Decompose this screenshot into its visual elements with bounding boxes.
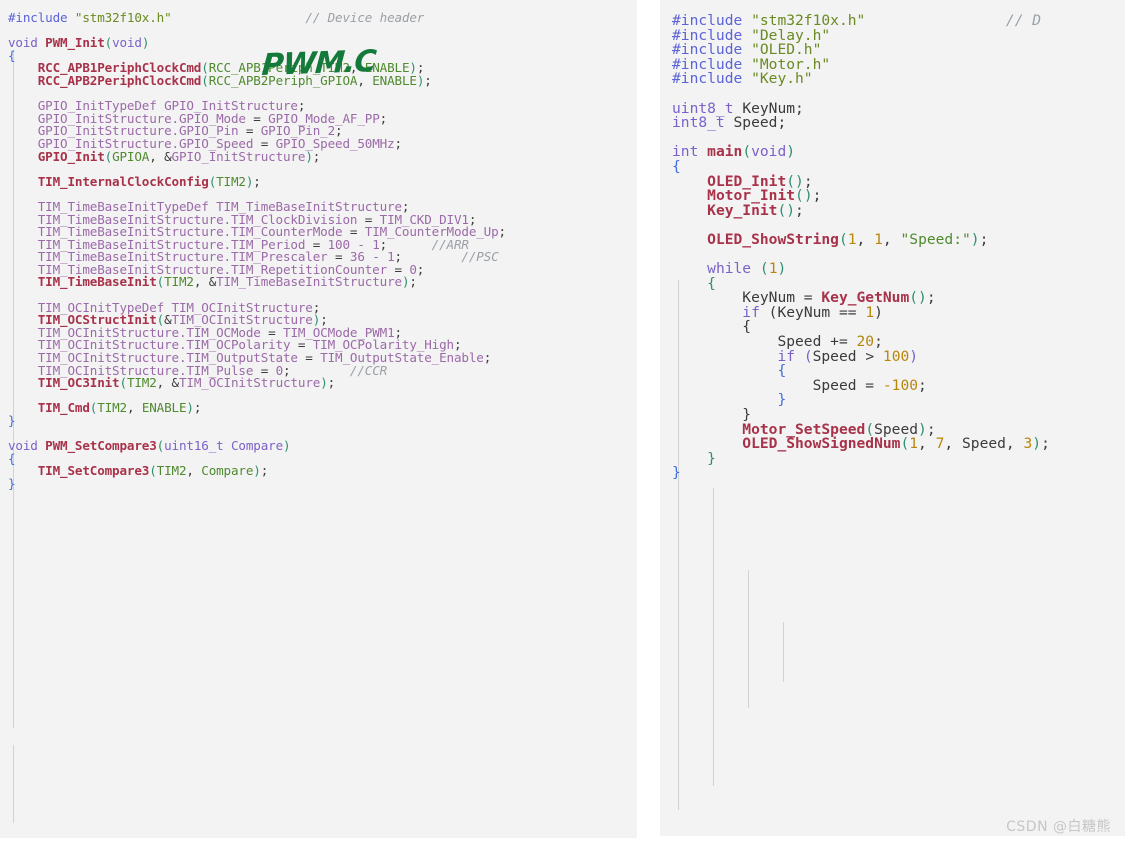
code-line: TIM_OCInitStructure.TIM_Pulse = 0; //CCR <box>37 362 388 378</box>
code-line: GPIO_Init(GPIOA, &GPIO_InitStructure); <box>37 148 321 164</box>
code-line: OLED_ShowString(1, 1, "Speed:"); <box>707 230 989 248</box>
code-line: TIM_TimeBaseInit(TIM2, &TIM_TimeBaseInit… <box>37 274 417 290</box>
indent-guide <box>748 570 749 708</box>
indent-guide <box>13 745 14 823</box>
code-line: TIM_TimeBaseInitStructure.TIM_Repetition… <box>37 261 425 277</box>
code-line: if (Speed > 100) <box>777 347 919 365</box>
code-line: TIM_OC3Init(TIM2, &TIM_OCInitStructure); <box>37 375 336 391</box>
screenshot-root: #include "stm32f10x.h" // Device header … <box>0 0 1125 842</box>
code-line: Speed = -100; <box>812 376 927 394</box>
code-line: TIM_TimeBaseInitStructure.TIM_CounterMod… <box>37 224 506 240</box>
code-line: } <box>742 406 752 424</box>
code-line: GPIO_InitTypeDef GPIO_InitStructure; <box>37 98 306 114</box>
handwritten-label-pwm: PWM.C <box>260 44 377 83</box>
code-line: OLED_ShowSignedNum(1, 7, Speed, 3); <box>742 435 1050 453</box>
code-line: void PWM_SetCompare3(uint16_t Compare) <box>8 438 291 454</box>
code-line: { <box>742 318 752 336</box>
code-line: TIM_TimeBaseInitStructure.TIM_Period = 1… <box>37 236 469 252</box>
code-line: TIM_OCInitTypeDef TIM_OCInitStructure; <box>37 299 321 315</box>
code-line: TIM_TimeBaseInitStructure.TIM_Prescaler … <box>37 249 499 265</box>
code-line: #include "OLED.h" <box>672 41 822 59</box>
indent-guide <box>783 622 784 682</box>
code-line: TIM_TimeBaseInitTypeDef TIM_TimeBaseInit… <box>37 198 410 214</box>
code-line: Key_Init(); <box>707 201 804 219</box>
code-line: TIM_OCInitStructure.TIM_OutputState = TI… <box>37 350 492 366</box>
indent-guide <box>713 488 714 786</box>
code-line: TIM_OCInitStructure.TIM_OCPolarity = TIM… <box>37 337 462 353</box>
code-line: OLED_Init(); <box>707 172 813 190</box>
code-line: TIM_TimeBaseInitStructure.TIM_ClockDivis… <box>37 211 477 227</box>
code-line: uint8_t KeyNum; <box>672 99 804 117</box>
code-line: void PWM_Init(void) <box>8 35 150 51</box>
code-line: } <box>672 464 681 482</box>
code-panel-main[interactable]: #include "stm32f10x.h" // D #include "Del… <box>660 0 1125 836</box>
code-line: #include "Motor.h" <box>672 55 831 73</box>
code-line: Motor_Init(); <box>707 187 822 205</box>
code-line: TIM_SetCompare3(TIM2, Compare); <box>37 463 269 479</box>
code-panel-pwm[interactable]: #include "stm32f10x.h" // Device header … <box>0 0 637 838</box>
code-line: #include "Key.h" <box>672 70 813 88</box>
code-line: while (1) <box>707 260 787 278</box>
code-line: Speed += 20; <box>777 333 883 351</box>
code-line: GPIO_InitStructure.GPIO_Speed = GPIO_Spe… <box>37 135 402 151</box>
code-line: TIM_OCInitStructure.TIM_OCMode = TIM_OCM… <box>37 324 402 340</box>
code-line: int8_t Speed; <box>672 114 787 132</box>
code-line: #include "stm32f10x.h" // Device header <box>8 10 425 25</box>
code-line: TIM_Cmd(TIM2, ENABLE); <box>37 400 202 416</box>
code-line: KeyNum = Key_GetNum(); <box>742 289 936 307</box>
code-line: TIM_OCStructInit(&TIM_OCInitStructure); <box>37 312 328 328</box>
code-line: #include "stm32f10x.h" // D <box>672 12 1042 29</box>
code-line: GPIO_InitStructure.GPIO_Mode = GPIO_Mode… <box>37 110 388 126</box>
csdn-watermark: CSDN @白糖熊 <box>1006 819 1111 835</box>
code-text-main: #include "stm32f10x.h" // D #include "Del… <box>660 0 1125 482</box>
code-line: Motor_SetSpeed(Speed); <box>742 420 936 438</box>
code-line: int main(void) <box>672 143 796 161</box>
code-line: GPIO_InitStructure.GPIO_Pin = GPIO_Pin_2… <box>37 123 343 139</box>
code-line: TIM_InternalClockConfig(TIM2); <box>37 173 261 189</box>
